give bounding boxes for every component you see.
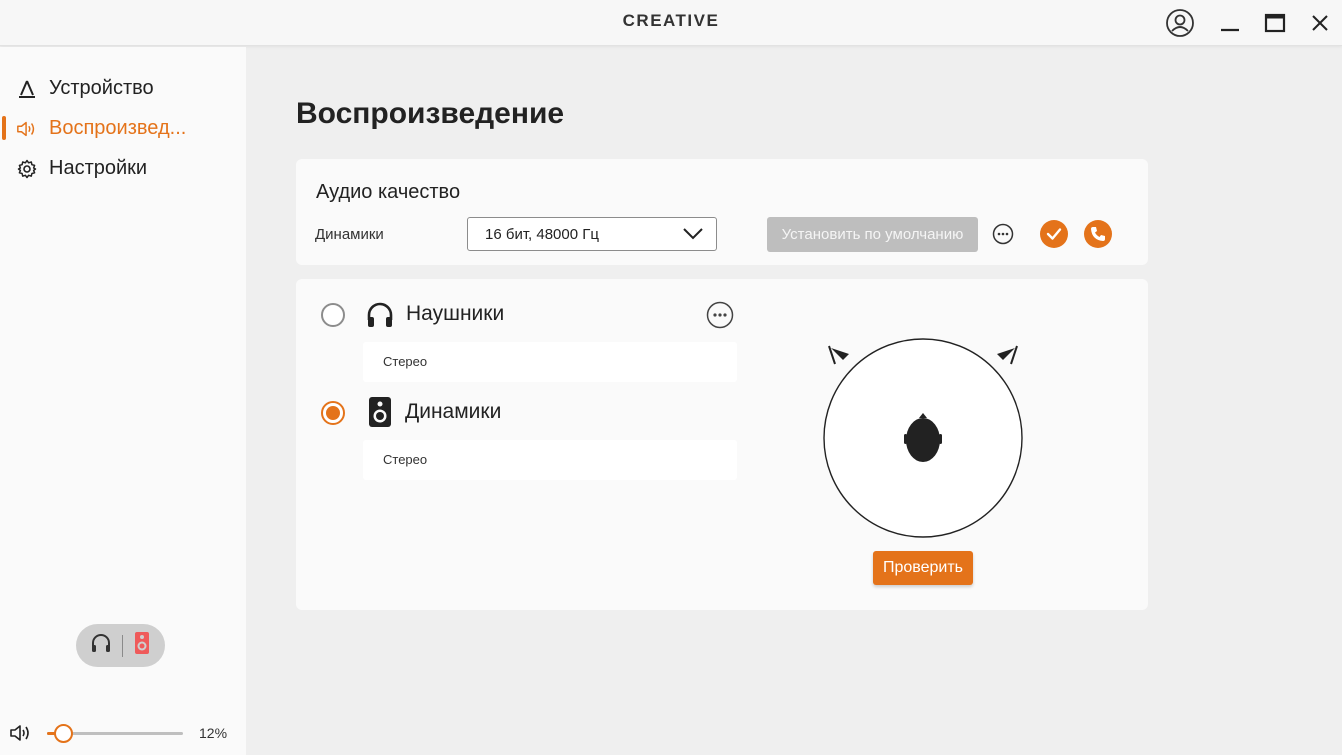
account-button[interactable] <box>1164 8 1196 38</box>
output-toggle[interactable] <box>76 624 165 667</box>
gear-icon <box>16 158 38 180</box>
toggle-divider <box>122 634 123 657</box>
maximize-button[interactable] <box>1259 8 1291 38</box>
headphones-mode-label: Стерео <box>383 354 428 369</box>
sidebar-item-label: Воспроизвед... <box>49 117 187 139</box>
front-right-speaker-icon <box>997 345 1018 365</box>
output-name-headphones: Наушники <box>406 302 505 325</box>
format-row-label: Динамики <box>315 226 384 243</box>
audio-quality-card: Аудио качество Динамики 16 бит, 48000 Гц… <box>296 159 1148 265</box>
phone-icon <box>1091 227 1105 241</box>
minimize-icon <box>1221 28 1239 32</box>
title-bar: CREATIVE <box>0 0 1342 46</box>
sidebar-item-label: Устройство <box>49 77 154 99</box>
volume-slider[interactable] <box>47 724 183 743</box>
more-options-button[interactable] <box>989 220 1017 248</box>
speaker-volume-icon <box>16 118 38 140</box>
chevron-down-icon <box>682 227 704 245</box>
audio-format-select[interactable]: 16 бит, 48000 Гц <box>467 217 717 251</box>
volume-value: 12% <box>199 725 228 741</box>
maximize-icon <box>1264 13 1286 33</box>
default-device-button[interactable] <box>1040 220 1068 248</box>
front-left-speaker-icon <box>828 345 849 365</box>
speakers-mode-box[interactable]: Стерео <box>363 440 737 480</box>
user-icon <box>1166 9 1194 37</box>
sidebar-item-playback[interactable]: Воспроизвед... <box>0 112 246 144</box>
sidebar-item-device[interactable]: Устройство <box>0 72 246 104</box>
output-name-speakers: Динамики <box>405 400 502 423</box>
radio-headphones[interactable] <box>321 303 345 327</box>
headphones-mode-box[interactable]: Стерео <box>363 342 737 382</box>
sidebar: Устройство Воспроизвед... Настройки 12% <box>0 47 246 755</box>
more-icon <box>706 301 734 329</box>
sidebar-item-settings[interactable]: Настройки <box>0 152 246 184</box>
close-button[interactable] <box>1304 8 1336 38</box>
speakers-mode-label: Стерео <box>383 452 428 467</box>
close-icon <box>1312 15 1328 31</box>
headphones-more-button[interactable] <box>706 301 734 329</box>
audio-format-value: 16 бит, 48000 Гц <box>485 226 599 243</box>
audio-quality-heading: Аудио качество <box>316 181 461 203</box>
headphones-icon <box>365 300 395 330</box>
outputs-card: Наушники Стерео Динамики Стерео Проверит… <box>296 279 1148 610</box>
default-communication-button[interactable] <box>1084 220 1112 248</box>
checkmark-icon <box>1046 228 1062 240</box>
page-title: Воспроизведение <box>296 97 565 130</box>
more-icon <box>992 223 1014 245</box>
volume-slider-handle[interactable] <box>53 724 73 743</box>
test-button[interactable]: Проверить <box>873 551 973 585</box>
sidebar-item-label: Настройки <box>49 157 148 179</box>
brand-logo: CREATIVE <box>622 11 720 30</box>
active-indicator <box>2 116 6 140</box>
speaker-icon <box>365 397 395 427</box>
device-icon <box>16 78 38 100</box>
speaker-layout-diagram <box>823 338 1023 538</box>
radio-speakers[interactable] <box>321 401 345 425</box>
volume-control: 12% <box>0 719 246 749</box>
headphones-icon[interactable] <box>90 632 112 659</box>
speaker-icon[interactable] <box>133 631 151 660</box>
minimize-button[interactable] <box>1214 8 1246 38</box>
volume-icon[interactable] <box>9 723 33 748</box>
set-default-button[interactable]: Установить по умолчанию <box>767 217 978 252</box>
